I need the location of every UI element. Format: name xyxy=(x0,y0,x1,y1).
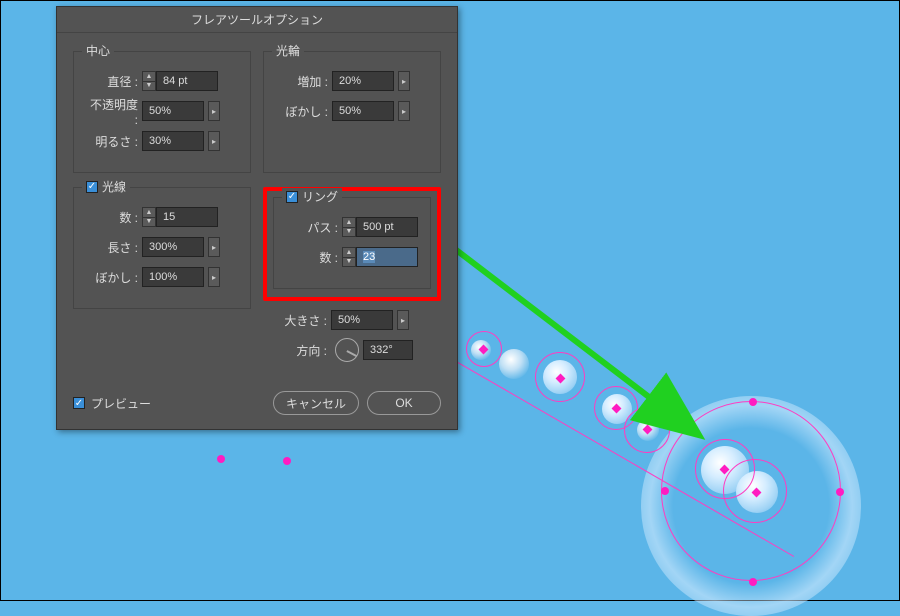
rings-count-label: 数 : xyxy=(284,249,342,266)
rays-fuzz-input[interactable]: 100% xyxy=(142,267,204,287)
flare-options-dialog: フレアツールオプション 中心 直径 : ▲▼ 84 pt 不透明度 : 50% … xyxy=(56,6,458,430)
diameter-label: 直径 : xyxy=(84,73,142,90)
rays-count-label: 数 : xyxy=(84,209,142,226)
rays-count-input[interactable]: 15 xyxy=(156,207,218,227)
center-group: 中心 直径 : ▲▼ 84 pt 不透明度 : 50% ▸ 明るさ : 30% … xyxy=(73,51,251,173)
center-group-title: 中心 xyxy=(82,42,114,59)
rings-count-stepper[interactable]: ▲▼ xyxy=(342,247,356,267)
path-anchor xyxy=(283,457,291,465)
rings-size-label: 大きさ : xyxy=(273,312,331,329)
cancel-button[interactable]: キャンセル xyxy=(273,391,359,415)
rays-group: ✓ 光線 数 : ▲▼ 15 長さ : 300% ▸ ぼかし : 100% ▸ xyxy=(73,187,251,309)
rings-size-input[interactable]: 50% xyxy=(331,310,393,330)
brightness-flyout[interactable]: ▸ xyxy=(208,131,220,151)
rings-size-flyout[interactable]: ▸ xyxy=(397,310,409,330)
ok-button[interactable]: OK xyxy=(367,391,441,415)
path-anchor xyxy=(217,455,225,463)
rings-path-stepper[interactable]: ▲▼ xyxy=(342,217,356,237)
rings-group: ✓ リング パス : ▲▼ 500 pt 数 : ▲▼ 23 xyxy=(273,197,431,289)
rings-group-title: リング xyxy=(302,188,338,205)
halo-fuzz-input[interactable]: 50% xyxy=(332,101,394,121)
halo-growth-input[interactable]: 20% xyxy=(332,71,394,91)
rings-direction-label: 方向 : xyxy=(273,342,331,359)
rings-checkbox[interactable]: ✓ xyxy=(286,191,298,203)
rays-fuzz-flyout[interactable]: ▸ xyxy=(208,267,220,287)
diameter-stepper[interactable]: ▲▼ xyxy=(142,71,156,91)
rings-path-input[interactable]: 500 pt xyxy=(356,217,418,237)
flare-bubble xyxy=(499,349,529,379)
rays-group-title: 光線 xyxy=(102,178,126,195)
halo-fuzz-flyout[interactable]: ▸ xyxy=(398,101,410,121)
path-anchor xyxy=(661,487,669,495)
halo-growth-label: 増加 : xyxy=(274,73,332,90)
preview-checkbox[interactable]: ✓ xyxy=(73,397,85,409)
halo-group-title: 光輪 xyxy=(272,42,304,59)
rings-direction-input[interactable]: 332° xyxy=(363,340,413,360)
rays-fuzz-label: ぼかし : xyxy=(84,269,142,286)
direction-dial[interactable] xyxy=(335,338,359,362)
dialog-title[interactable]: フレアツールオプション xyxy=(57,7,457,33)
opacity-input[interactable]: 50% xyxy=(142,101,204,121)
path-anchor xyxy=(749,398,757,406)
rings-highlight-box: ✓ リング パス : ▲▼ 500 pt 数 : ▲▼ 23 xyxy=(263,187,441,301)
rays-checkbox[interactable]: ✓ xyxy=(86,181,98,193)
brightness-label: 明るさ : xyxy=(84,133,142,150)
rays-count-stepper[interactable]: ▲▼ xyxy=(142,207,156,227)
rays-length-label: 長さ : xyxy=(84,239,142,256)
halo-growth-flyout[interactable]: ▸ xyxy=(398,71,410,91)
opacity-label: 不透明度 : xyxy=(84,96,142,127)
rays-length-flyout[interactable]: ▸ xyxy=(208,237,220,257)
halo-group: 光輪 増加 : 20% ▸ ぼかし : 50% ▸ xx xyxy=(263,51,441,173)
path-anchor xyxy=(836,488,844,496)
rings-path-label: パス : xyxy=(284,219,342,236)
opacity-flyout[interactable]: ▸ xyxy=(208,101,220,121)
rings-count-input[interactable]: 23 xyxy=(356,247,418,267)
brightness-input[interactable]: 30% xyxy=(142,131,204,151)
halo-fuzz-label: ぼかし : xyxy=(274,103,332,120)
preview-label: プレビュー xyxy=(91,395,151,412)
path-anchor xyxy=(749,578,757,586)
rays-length-input[interactable]: 300% xyxy=(142,237,204,257)
diameter-input[interactable]: 84 pt xyxy=(156,71,218,91)
